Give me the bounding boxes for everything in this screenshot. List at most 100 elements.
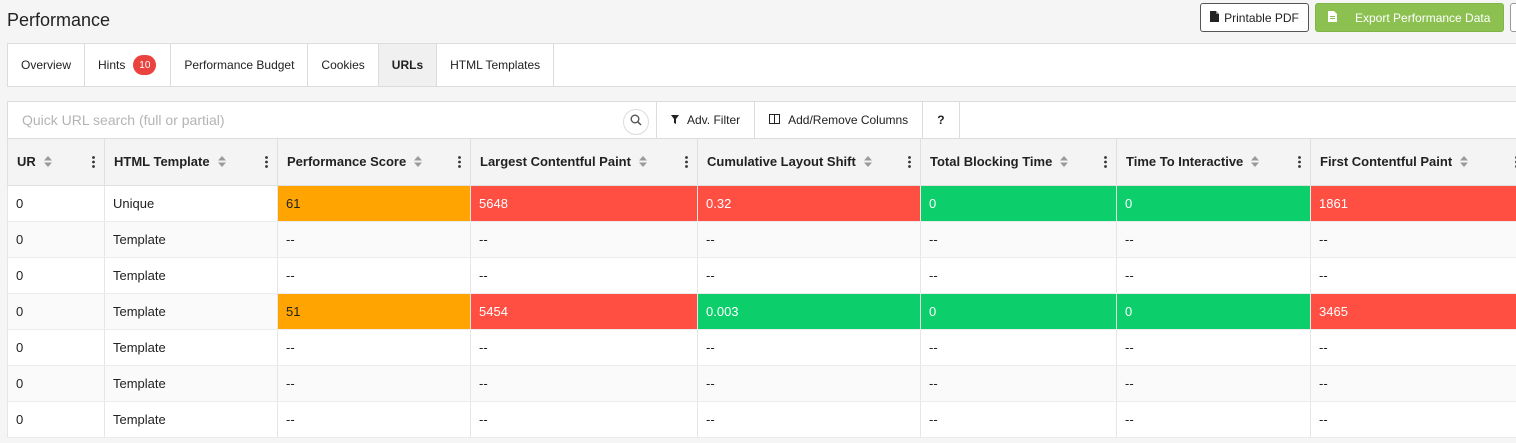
column-header[interactable]: Cumulative Layout Shift [697,139,921,186]
column-header-label: Cumulative Layout Shift [707,154,856,170]
tab-label: Performance Budget [184,58,295,72]
table-cell: 0 [7,257,105,294]
table-cell: -- [697,257,921,294]
table-cell: -- [1310,329,1516,366]
filter-icon [671,113,679,127]
urls-table: UR HTML Template Performance Score Largest … [7,139,1516,438]
adv-filter-button[interactable]: Adv. Filter [657,102,756,138]
tab-performance-budget[interactable]: Performance Budget [171,44,309,86]
column-menu-icon[interactable] [677,155,688,168]
column-header-label: Time To Interactive [1126,154,1244,170]
overflow-button[interactable] [1510,3,1516,32]
tab-overview[interactable]: Overview [8,44,86,86]
table-cell: -- [1116,401,1311,438]
spreadsheet-file-icon [1328,10,1337,25]
sort-icon[interactable] [414,156,423,168]
sort-icon[interactable] [1251,156,1260,168]
table-cell: -- [1310,257,1516,294]
column-header-label: HTML Template [114,154,210,170]
column-header[interactable]: Largest Contentful Paint [470,139,698,186]
printable-pdf-label: Printable PDF [1224,10,1299,25]
table-cell: 61 [277,185,471,222]
sort-icon[interactable] [43,156,52,168]
help-button[interactable]: ? [923,102,960,138]
table-cell: -- [1310,401,1516,438]
table-cell: -- [920,401,1117,438]
table-cell: -- [697,221,921,258]
tab-urls[interactable]: URLs [378,44,438,86]
search-icon [630,113,642,131]
column-header[interactable]: First Contentful Paint [1310,139,1516,186]
url-search-input[interactable] [8,102,656,138]
table-cell: Template [104,329,278,366]
table-cell: 5648 [470,185,698,222]
table-row[interactable]: 0 Template -- -- -- -- -- -- [7,221,1516,258]
search-button[interactable] [623,109,649,135]
column-header-label: Total Blocking Time [930,154,1053,170]
export-label: Export Performance Data [1355,10,1491,25]
table-cell: -- [1116,329,1311,366]
table-cell: 0.32 [697,185,921,222]
sort-icon[interactable] [1060,156,1069,168]
table-cell: -- [277,329,471,366]
table-cell: Template [104,257,278,294]
sort-icon[interactable] [1460,156,1469,168]
column-menu-icon[interactable] [1096,155,1107,168]
tab-bar: Overview Hints 10 Performance Budget Coo… [7,43,1516,87]
table-cell: 5454 [470,293,698,330]
table-row[interactable]: 0 Unique 61 5648 0.32 0 0 1861 [7,185,1516,222]
table-cell: 0 [7,185,105,222]
column-menu-icon[interactable] [450,155,461,168]
column-header[interactable]: UR [7,139,105,186]
add-remove-columns-button[interactable]: Add/Remove Columns [755,102,924,138]
table-cell: 3465 [1310,293,1516,330]
table-cell: 0 [7,293,105,330]
adv-filter-label: Adv. Filter [687,113,741,127]
column-header-label: UR [17,154,36,170]
tab-label: Overview [21,58,72,72]
column-menu-icon[interactable] [84,155,95,168]
table-cell: 0.003 [697,293,921,330]
tab-cookies[interactable]: Cookies [308,44,379,86]
tab-hints[interactable]: Hints 10 [85,44,172,86]
column-header-label: First Contentful Paint [1320,154,1453,170]
column-menu-icon[interactable] [900,155,911,168]
column-header-label: Performance Score [287,154,407,170]
table-cell: 0 [7,221,105,258]
sort-icon[interactable] [217,156,226,168]
column-menu-icon[interactable] [1507,155,1516,168]
column-menu-icon[interactable] [1290,155,1301,168]
table-cell: Template [104,293,278,330]
columns-icon [769,113,781,127]
table-row[interactable]: 0 Template -- -- -- -- -- -- [7,401,1516,438]
tab-html-templates[interactable]: HTML Templates [437,44,555,86]
table-cell: -- [697,329,921,366]
table-cell: 1861 [1310,185,1516,222]
table-cell: -- [1116,257,1311,294]
printable-pdf-button[interactable]: Printable PDF [1200,3,1309,32]
column-header[interactable]: Performance Score [277,139,471,186]
table-row[interactable]: 0 Template 51 5454 0.003 0 0 3465 [7,293,1516,330]
search-box [8,102,657,138]
table-cell: Template [104,401,278,438]
column-header[interactable]: HTML Template [104,139,278,186]
table-cell: -- [920,257,1117,294]
table-cell: 0 [1116,185,1311,222]
table-row[interactable]: 0 Template -- -- -- -- -- -- [7,329,1516,366]
table-row[interactable]: 0 Template -- -- -- -- -- -- [7,257,1516,294]
grid-toolbar: Adv. Filter Add/Remove Columns ? [7,101,1516,139]
column-header[interactable]: Total Blocking Time [920,139,1117,186]
columns-label: Add/Remove Columns [788,113,909,127]
table-cell: -- [697,401,921,438]
column-header-label: Largest Contentful Paint [480,154,631,170]
column-menu-icon[interactable] [257,155,268,168]
sort-icon[interactable] [638,156,647,168]
column-header[interactable]: Time To Interactive [1116,139,1311,186]
table-row[interactable]: 0 Template -- -- -- -- -- -- [7,365,1516,402]
table-cell: Unique [104,185,278,222]
export-performance-data-button[interactable]: Export Performance Data [1315,3,1504,32]
table-cell: -- [470,221,698,258]
sort-icon[interactable] [863,156,872,168]
table-cell: -- [1116,221,1311,258]
table-cell: 0 [920,185,1117,222]
